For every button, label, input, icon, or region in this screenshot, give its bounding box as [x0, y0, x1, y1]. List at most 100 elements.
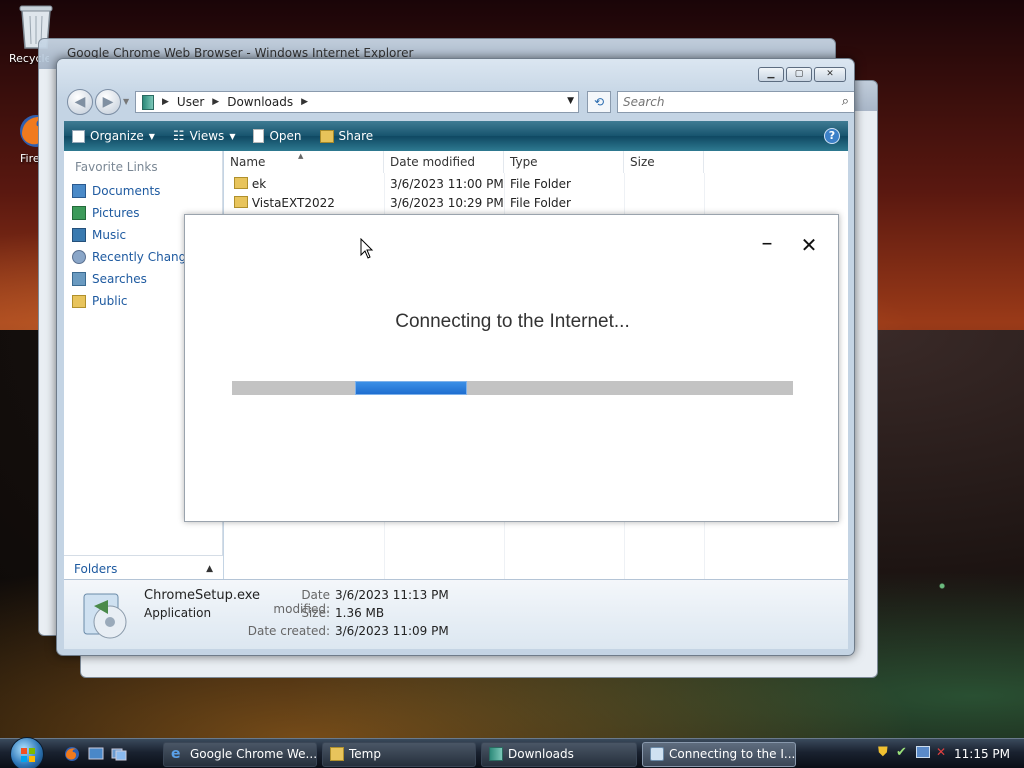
breadcrumb-separator-icon: ▶ — [162, 97, 169, 107]
nav-link-label: Pictures — [92, 206, 140, 220]
folder-icon — [72, 294, 86, 308]
history-dropdown-icon[interactable]: ▼ — [123, 97, 129, 106]
desktop-icon-label: Firefox — [20, 152, 38, 165]
taskbar: e Google Chrome We... Temp Downloads Con… — [0, 737, 1024, 768]
maximize-button[interactable]: ▢ — [786, 67, 812, 82]
open-label: Open — [269, 129, 302, 143]
search-input[interactable] — [623, 92, 823, 112]
taskbar-button-downloads[interactable]: Downloads — [481, 742, 637, 767]
installer-icon — [650, 747, 664, 761]
windows-logo-icon — [21, 748, 35, 762]
taskbar-clock[interactable]: 11:15 PM — [954, 747, 1010, 761]
file-row[interactable]: VistaEXT2022 3/6/2023 10:29 PM File Fold… — [224, 194, 704, 213]
minimize-button[interactable]: ▁ — [758, 67, 784, 82]
taskbar-button-label: Downloads — [508, 747, 574, 761]
chevron-up-icon: ▲ — [206, 563, 213, 574]
nav-link-documents[interactable]: Documents — [64, 180, 222, 202]
open-button[interactable]: Open — [253, 129, 302, 143]
column-header-label: Size — [630, 155, 655, 169]
address-dropdown-icon[interactable]: ▼ — [567, 96, 574, 106]
column-header-label: Type — [510, 155, 538, 169]
details-date-modified-value: 3/6/2023 11:13 PM — [335, 588, 449, 602]
details-date-created-value: 3/6/2023 11:09 PM — [335, 624, 449, 638]
nav-link-label: Music — [92, 228, 127, 242]
taskbar-button-label: Connecting to the I... — [669, 747, 796, 761]
dialog-close-button[interactable]: ✕ — [795, 231, 823, 259]
quicklaunch-firefox-icon[interactable] — [64, 746, 80, 762]
views-button[interactable]: ☷ Views ▼ — [173, 129, 236, 144]
nav-link-label: Searches — [92, 272, 147, 286]
column-header-type[interactable]: Type — [504, 151, 624, 173]
volume-muted-icon[interactable]: ✕ — [936, 745, 946, 759]
progress-bar-indicator — [355, 381, 467, 395]
network-icon[interactable] — [916, 746, 930, 758]
column-header-size[interactable]: Size — [624, 151, 704, 173]
file-type-cell: File Folder — [510, 196, 571, 210]
system-tray: ⛊ ✔ ✕ 11:15 PM — [874, 739, 1024, 768]
chevron-down-icon: ▼ — [229, 131, 236, 141]
search-field[interactable]: ⌕ — [617, 91, 854, 113]
breadcrumb-separator-icon: ▶ — [301, 97, 309, 107]
file-name: ek — [251, 177, 267, 191]
checkmark-status-icon[interactable]: ✔ — [896, 745, 907, 760]
nav-link-label: Public — [92, 294, 128, 308]
progress-bar — [232, 381, 793, 395]
mouse-cursor-icon — [360, 238, 374, 259]
forward-button[interactable]: ▶ — [95, 89, 121, 115]
address-bar[interactable]: ▶ User ▶ Downloads ▶ ▼ — [135, 91, 579, 113]
organize-button[interactable]: Organize ▼ — [72, 129, 155, 143]
details-file-type: Application — [144, 606, 212, 620]
searches-icon — [72, 272, 86, 286]
file-date-cell: 3/6/2023 10:29 PM — [390, 196, 504, 210]
chrome-installer-dialog[interactable]: – ✕ Connecting to the Internet... — [184, 214, 839, 522]
security-shield-icon[interactable]: ⛊ — [878, 745, 888, 760]
views-icon: ☷ — [172, 128, 185, 144]
breadcrumb-user[interactable]: User — [177, 95, 204, 109]
details-size-label: Size: — [301, 606, 330, 620]
folder-icon — [234, 196, 248, 208]
column-header-name[interactable]: Name ▲ — [224, 151, 384, 173]
folder-icon — [234, 177, 248, 189]
favorite-links-header: Favorite Links — [75, 160, 158, 174]
installer-status-message: Connecting to the Internet... — [395, 311, 630, 332]
share-label: Share — [338, 129, 374, 143]
file-type-cell: File Folder — [510, 177, 571, 191]
file-name: VistaEXT2022 — [251, 196, 335, 210]
sort-indicator-icon: ▲ — [298, 152, 304, 160]
taskbar-button-label: Temp — [349, 747, 381, 761]
file-row[interactable]: ek 3/6/2023 11:00 PM File Folder — [224, 175, 704, 194]
column-header-label: Name — [230, 155, 266, 169]
documents-icon — [72, 184, 86, 198]
share-button[interactable]: Share — [319, 129, 374, 143]
quicklaunch-show-desktop-icon[interactable] — [88, 746, 104, 762]
column-header-date-modified[interactable]: Date modified — [384, 151, 504, 173]
window-caption-buttons: ▁ ▢ ✕ — [758, 67, 846, 82]
folders-label: Folders — [74, 561, 118, 576]
views-label: Views — [189, 129, 225, 143]
pictures-icon — [72, 206, 86, 220]
start-button[interactable] — [10, 737, 44, 768]
refresh-button[interactable]: ⟲ — [587, 91, 611, 113]
organize-icon — [72, 129, 85, 143]
explorer-icon — [489, 747, 503, 761]
help-icon[interactable]: ? — [824, 128, 840, 144]
folder-path-icon — [142, 94, 154, 110]
taskbar-button-temp[interactable]: Temp — [322, 742, 476, 767]
dialog-minimize-button[interactable]: – — [753, 231, 781, 259]
ie-icon: e — [171, 746, 181, 762]
quicklaunch-switch-windows-icon[interactable] — [111, 746, 127, 762]
address-row: ◀ ▶ ▼ ▶ User ▶ Downloads ▶ ▼ ⟲ ⌕ — [65, 87, 854, 115]
command-bar: Organize ▼ ☷ Views ▼ Open Share ? — [64, 121, 848, 151]
folders-toggle[interactable]: Folders ▲ — [64, 555, 223, 581]
chevron-down-icon: ▼ — [148, 131, 155, 141]
close-button[interactable]: ✕ — [814, 67, 846, 82]
column-header-label: Date modified — [390, 155, 476, 169]
search-icon[interactable]: ⌕ — [842, 94, 849, 109]
breadcrumb-downloads[interactable]: Downloads — [227, 95, 293, 109]
document-icon — [253, 129, 265, 143]
details-pane: ChromeSetup.exe Application Date modifie… — [64, 579, 848, 649]
organize-label: Organize — [90, 129, 144, 143]
taskbar-button-internet-explorer[interactable]: e Google Chrome We... — [163, 742, 317, 767]
taskbar-button-installer[interactable]: Connecting to the I... — [642, 742, 796, 767]
back-button[interactable]: ◀ — [67, 89, 93, 115]
